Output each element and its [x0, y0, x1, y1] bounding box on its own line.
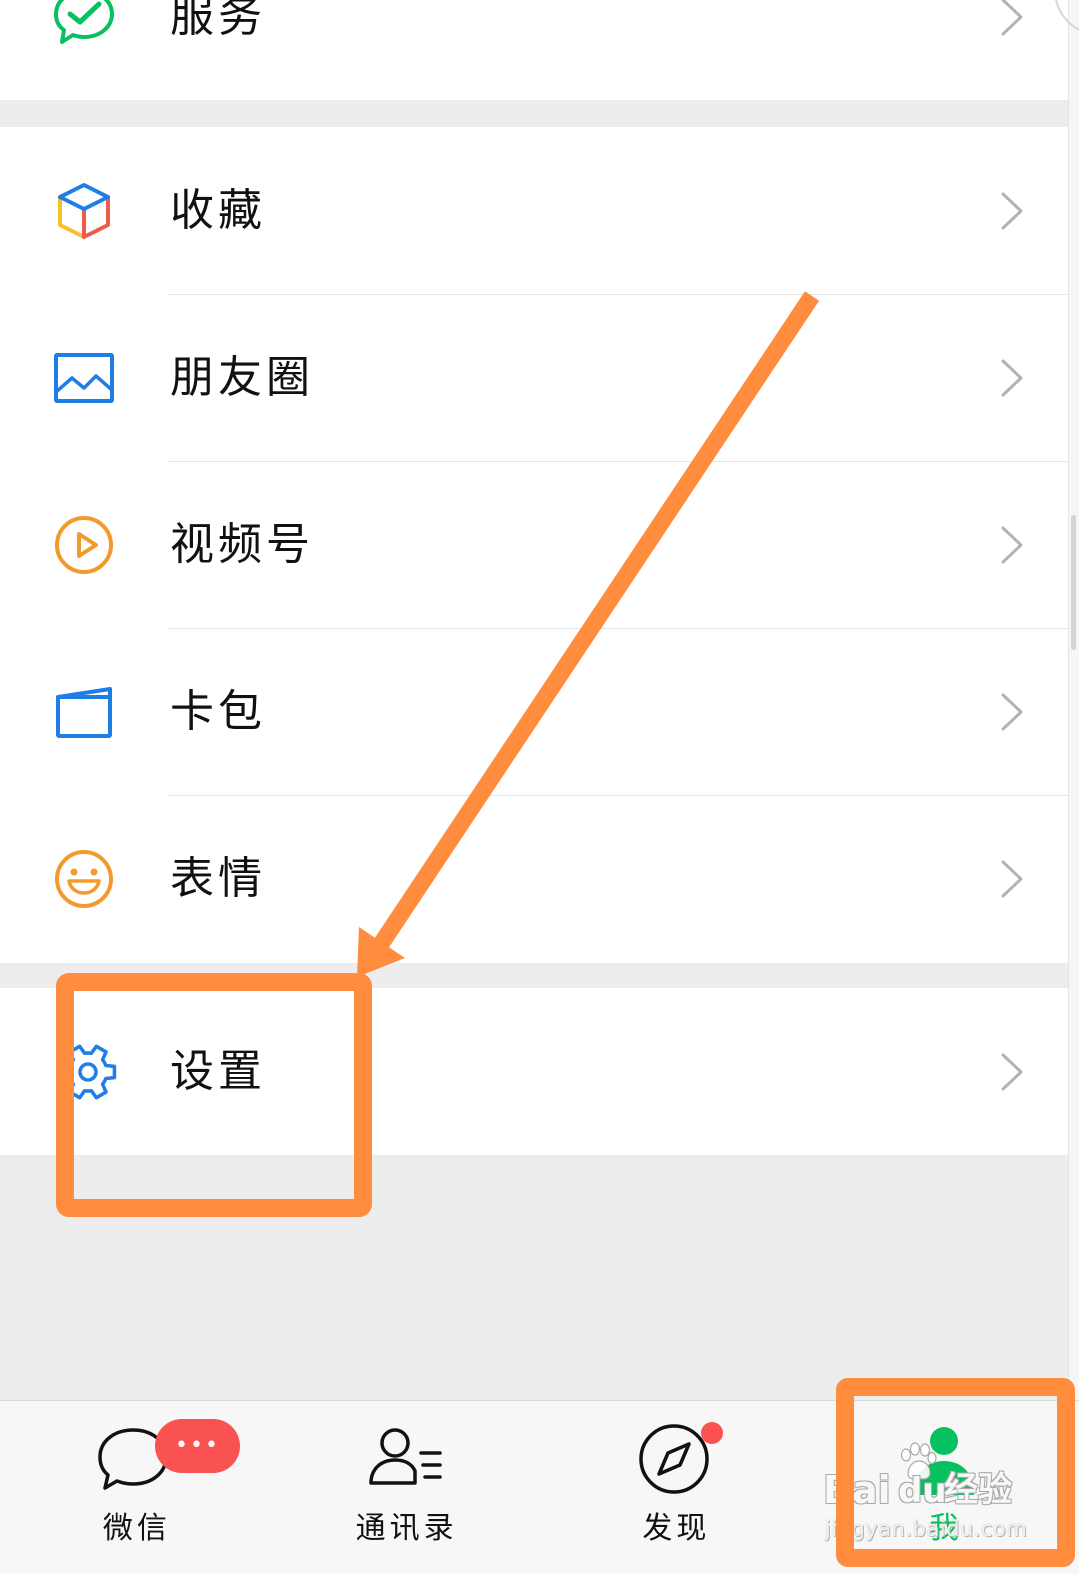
smiley-icon	[52, 847, 116, 911]
menu-label-settings: 设置	[170, 1045, 266, 1097]
card-wallet-icon	[52, 680, 116, 744]
menu-label-cards: 卡包	[170, 685, 266, 737]
chevron-right-icon	[1000, 191, 1024, 231]
menu-row-channels[interactable]: 视频号	[0, 461, 1079, 628]
play-circle-icon	[52, 513, 116, 577]
menu-row-cards[interactable]: 卡包	[0, 628, 1079, 795]
watermark-brand-left: Bai	[823, 1468, 891, 1512]
menu-label-channels: 视频号	[170, 518, 314, 570]
chevron-right-icon	[1000, 358, 1024, 398]
contacts-icon	[365, 1419, 445, 1499]
menu-label-stickers: 表情	[170, 852, 266, 904]
menu-group-settings: 设置	[0, 988, 1079, 1155]
chevron-right-icon	[1000, 0, 1024, 37]
menu-label-services: 服务	[170, 0, 266, 42]
menu-group-main: 收藏 朋友圈 视频号 卡包 表情	[0, 127, 1079, 963]
scrollbar-track[interactable]	[1068, 0, 1079, 1574]
scrollbar-thumb[interactable]	[1071, 515, 1076, 650]
tab-label-discover: 发现	[642, 1511, 711, 1546]
unread-badge: •••	[155, 1419, 240, 1473]
watermark-brand-cn: 经验	[944, 1470, 1012, 1510]
menu-row-services[interactable]: 服务	[0, 0, 1079, 100]
cube-icon	[52, 179, 116, 243]
chevron-right-icon	[1000, 859, 1024, 899]
watermark-url: jingyan.baidu.com	[825, 1517, 1028, 1541]
menu-label-favorites: 收藏	[170, 184, 266, 236]
tab-chats[interactable]: ••• 微信	[0, 1401, 270, 1574]
gear-icon	[56, 1040, 120, 1104]
me-page: 服务 收藏 朋友圈 视频号 卡包 表情 设置 ••• 微信 通讯录 发现 我 B…	[0, 0, 1079, 1574]
tab-contacts[interactable]: 通讯录	[270, 1401, 540, 1574]
new-content-dot	[700, 1422, 723, 1444]
floating-button-edge[interactable]	[1052, 0, 1079, 36]
menu-label-moments: 朋友圈	[170, 351, 314, 403]
tab-label-contacts: 通讯录	[355, 1511, 458, 1546]
watermark-brand-right: du	[898, 1471, 947, 1511]
menu-row-moments[interactable]: 朋友圈	[0, 294, 1079, 461]
chevron-right-icon	[1000, 525, 1024, 565]
wechat-pay-icon	[52, 0, 116, 49]
menu-group-services: 服务	[0, 0, 1079, 100]
menu-row-settings[interactable]: 设置	[0, 988, 1079, 1155]
chevron-right-icon	[1000, 692, 1024, 732]
tab-label-chats: 微信	[102, 1511, 171, 1546]
picture-icon	[52, 346, 116, 410]
menu-row-favorites[interactable]: 收藏	[0, 127, 1079, 294]
menu-row-stickers[interactable]: 表情	[0, 795, 1079, 962]
chevron-right-icon	[1000, 1052, 1024, 1092]
tab-discover[interactable]: 发现	[540, 1401, 810, 1574]
